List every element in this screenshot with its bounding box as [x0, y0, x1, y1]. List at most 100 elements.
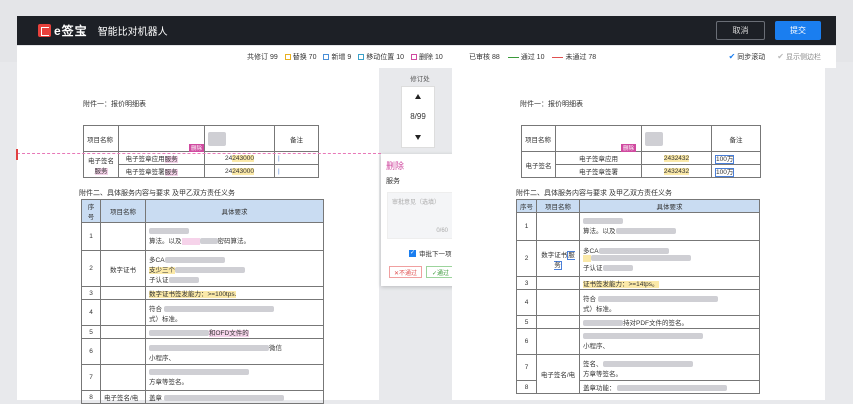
cancel-button[interactable]: 取消: [716, 21, 765, 40]
attachment-2-title: 附件二、具体服务内容与要求 及甲乙双方责任义务: [516, 190, 672, 197]
row-no: 6: [81, 338, 101, 365]
replaced-text[interactable]: 证书签发能力：>=14tps。: [583, 281, 659, 288]
redacted: [598, 248, 669, 255]
filter-delete[interactable]: 删除 10: [411, 52, 443, 62]
req-text: 多CA: [583, 248, 599, 255]
group-name: 电子签名: [88, 157, 114, 165]
row-no: 5: [81, 325, 101, 339]
approve-button[interactable]: ✓通过: [426, 266, 455, 278]
req-text: 式）标准。: [149, 315, 182, 323]
filter-replace[interactable]: 替换 70: [284, 52, 316, 62]
review-panel: 删除 服务 审批意见（选填） 0/60 ✓ 审批下一项 ✕不通过 ✓通过: [381, 154, 459, 286]
req-text: 签名、: [583, 360, 603, 368]
next-revision-icon[interactable]: [415, 135, 421, 141]
row-no: 2: [516, 240, 537, 277]
req-text: 电子签名/电: [104, 395, 139, 402]
passed-line-icon: [507, 56, 519, 58]
replaced-value[interactable]: 243000: [232, 167, 254, 175]
revision-connector: [17, 153, 381, 154]
col-req: 具体要求: [145, 199, 324, 223]
prev-revision-icon[interactable]: [415, 93, 421, 99]
filter-move[interactable]: 移动位置 10: [358, 52, 404, 62]
redacted: [602, 360, 693, 367]
revision-type: 删除: [386, 161, 405, 171]
redacted: [163, 305, 274, 312]
row-no: 3: [81, 286, 101, 300]
revision-content: 服务: [386, 178, 400, 185]
deleted-text[interactable]: 服务: [94, 167, 108, 175]
revised-document[interactable]: 附件一：报价明细表 项目名称 备注 电子签名 电子签章应用 2432432 100万 电…: [452, 68, 825, 400]
total-count: 共修订 99: [247, 54, 278, 61]
req-text: 密码算法。: [217, 238, 251, 245]
unpassed-line-icon: [552, 56, 564, 58]
opinion-input[interactable]: 审批意见（选填） 0/60: [387, 192, 453, 239]
delete-tag: 删除: [189, 144, 205, 152]
deleted-text[interactable]: 服务: [164, 169, 178, 176]
added-value[interactable]: 100万: [715, 155, 735, 164]
row-label: 电子签章签署: [555, 164, 642, 178]
row-label: 电子签章签署: [125, 169, 165, 176]
replaced-value[interactable]: 2432432: [663, 167, 690, 175]
revision-marker: [16, 149, 18, 160]
req-text: 数字证书: [541, 251, 568, 259]
added-value[interactable]: 100万: [715, 168, 735, 177]
redacted: [199, 238, 218, 245]
move-swatch-icon: [358, 54, 365, 61]
redacted: [583, 320, 623, 327]
row-no: 4: [516, 289, 537, 316]
redacted: [164, 256, 225, 263]
quote-table-right: 项目名称 备注 电子签名 电子签章应用 2432432 100万 电子签章签署 24324…: [521, 125, 761, 178]
deleted-text[interactable]: 服务: [164, 156, 178, 163]
req-text: 方章等签名。: [149, 379, 188, 386]
row-label: 电子签章应用: [125, 156, 165, 163]
row-no: 7: [516, 354, 537, 381]
replaced-value[interactable]: 243000: [232, 154, 254, 162]
nav-title: 修订处: [410, 76, 430, 83]
char-count: 0/60: [436, 228, 448, 234]
deleted-text[interactable]: 和OFD文件的: [209, 330, 249, 337]
redacted: [583, 218, 623, 225]
group-name: 电子签名: [521, 151, 556, 178]
revision-stats-bar: 共修订 99 替换 70 新增 9 移动位置 10 删除 10 已审核 88 通…: [17, 46, 836, 68]
col-name: 项目名称: [536, 199, 580, 213]
revision-navigator: 8/99: [401, 86, 435, 148]
app-title: 智能比对机器人: [97, 27, 168, 38]
req-text: 盖章: [149, 395, 162, 402]
req-text: 式）标准。: [583, 305, 616, 313]
col-no: 序号: [81, 199, 101, 223]
req-text: 子认证: [583, 265, 603, 272]
check-icon: ✔: [728, 52, 736, 61]
reject-button[interactable]: ✕不通过: [389, 266, 422, 278]
req-text: 符合: [149, 305, 162, 313]
service-table-right: 序号 项目名称 具体要求 1 算法。以及 2 数字证书服务 多CA 子认证 3 证书签发能力…: [516, 199, 760, 394]
row-no: 6: [516, 328, 537, 355]
replaced-value[interactable]: 2432432: [663, 154, 690, 162]
attachment-1-title: 附件一：报价明细表: [83, 101, 146, 108]
row-no: 3: [516, 276, 537, 290]
filter-add[interactable]: 新增 9: [323, 52, 351, 62]
submit-button[interactable]: 提交: [775, 21, 821, 40]
review-next-checkbox[interactable]: ✓ 审批下一项: [409, 248, 452, 258]
filter-passed[interactable]: 通过 10: [507, 52, 544, 62]
replaced-text[interactable]: 数字证书签发能力：>=100tps.: [149, 291, 237, 298]
req-text: 子认证: [149, 276, 169, 284]
redacted: [175, 266, 245, 273]
attachment-1-title: 附件一：报价明细表: [520, 101, 583, 108]
col-remark: 备注: [711, 125, 761, 152]
redacted: [208, 131, 226, 146]
redacted: [645, 131, 663, 146]
redacted: [168, 276, 199, 283]
redacted: [163, 395, 284, 402]
col-no: 序号: [516, 199, 537, 213]
req-text: 算法。以及: [149, 238, 182, 245]
filter-unpassed[interactable]: 未通过 78: [552, 52, 596, 62]
replaced-text[interactable]: 支少三个: [149, 266, 175, 274]
service-table-left: 序号 项目名称 具体要求 1 算法。以及 密码算法。 2 数字证书 多CA 支少三个 子认证 …: [81, 199, 324, 404]
redacted: [149, 228, 189, 235]
reviewed-count: 已审核 88: [469, 54, 500, 61]
show-sidebar-toggle[interactable]: ✔ 显示侧边栏: [777, 52, 821, 62]
original-document[interactable]: 附件一：报价明细表 项目名称 备注 电子签名 服务 电子签章应用服务 24243000…: [17, 68, 379, 404]
attachment-2-title: 附件二、具体服务内容与要求 及甲乙双方责任义务: [79, 190, 235, 197]
opinion-placeholder: 审批意见（选填）: [392, 200, 441, 206]
sync-scroll-toggle[interactable]: ✔ 同步滚动: [729, 52, 766, 62]
